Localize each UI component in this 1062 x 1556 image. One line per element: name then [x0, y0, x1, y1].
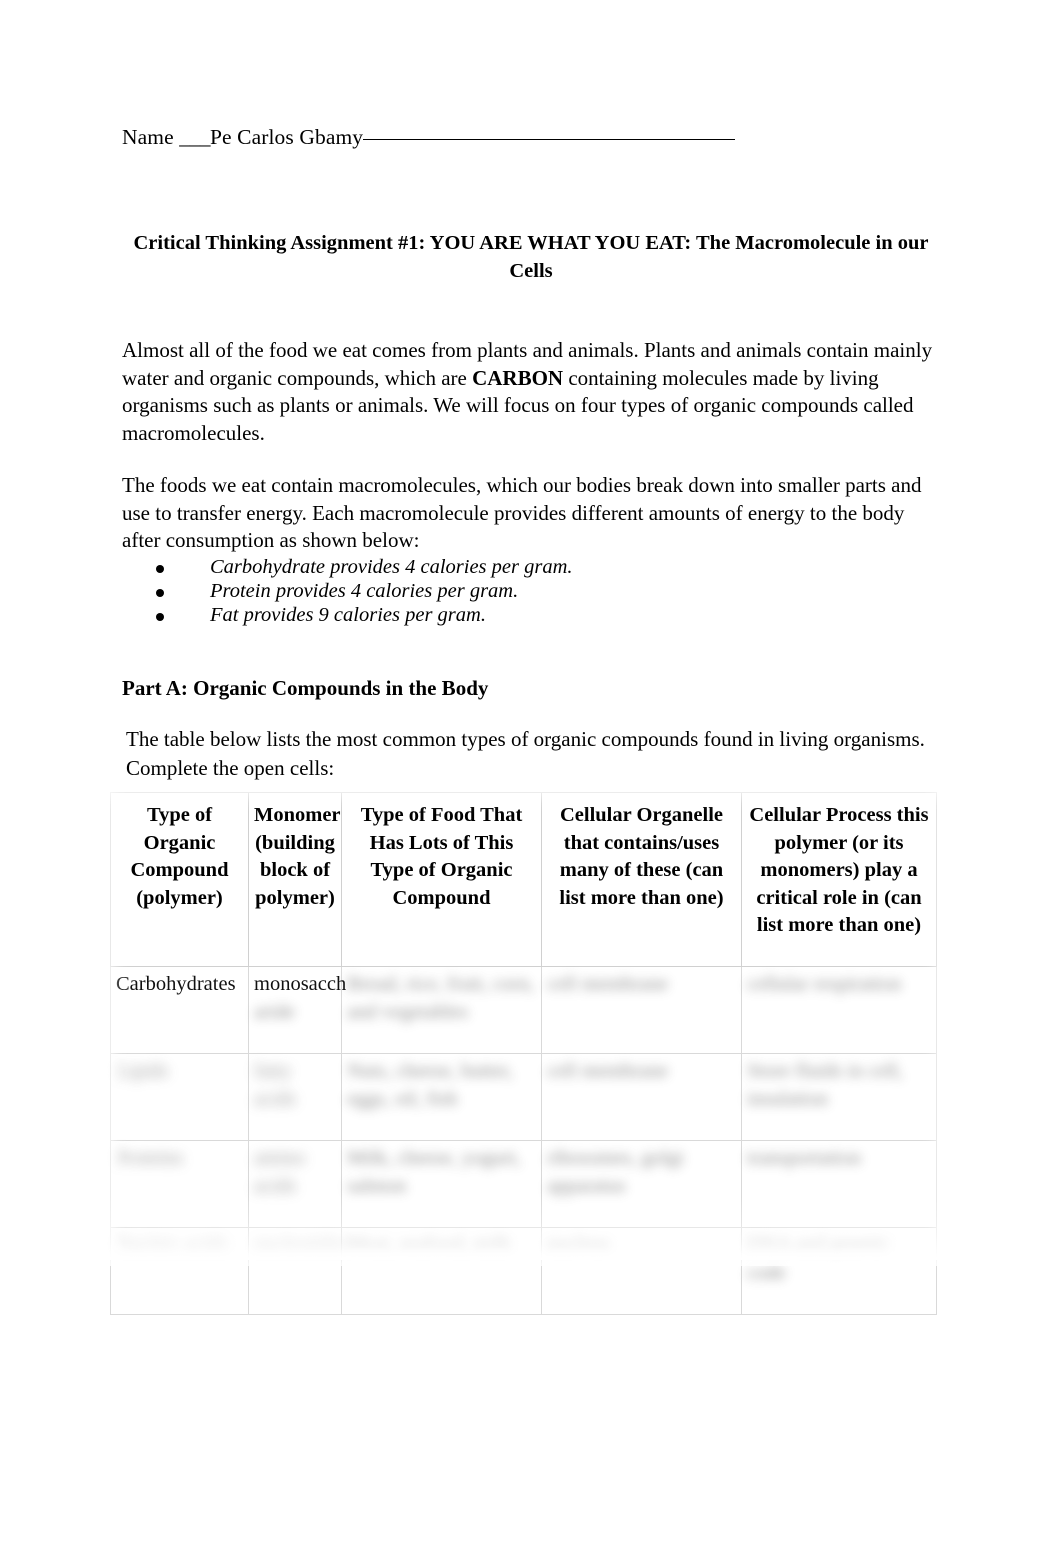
list-item-label: Fat provides 9 calories per gram.: [210, 604, 486, 626]
table-cell-text: Proteins: [116, 1147, 184, 1169]
energy-paragraph: The foods we eat contain macromolecules,…: [122, 473, 922, 552]
table-cell[interactable]: fatty acids: [248, 1053, 342, 1141]
carbon-emphasis: CARBON: [472, 365, 564, 390]
list-item-label: Carbohydrate provides 4 calories per gra…: [210, 556, 573, 578]
table-cell[interactable]: transportation: [741, 1140, 937, 1228]
table-cell-text: transportation: [747, 1147, 861, 1169]
name-label: Name: [122, 125, 180, 149]
table-cell-text: Store fluids in cell, insulation: [747, 1060, 904, 1110]
table-cell-text: Meat, seafood, milk: [347, 1234, 511, 1256]
table-cell-text: Nuts, cheese, butter, eggs, oil, fish: [347, 1060, 513, 1110]
organic-compounds-table: Type of Organic Compound (polymer) Monom…: [110, 792, 937, 1315]
table-cell-text: amino acids: [254, 1147, 306, 1197]
table-cell-text: cell membrane: [547, 973, 669, 995]
table-cell[interactable]: Lipids: [110, 1053, 249, 1141]
table-row: Nucleic acids nucleotides Meat, seafood, m…: [110, 1227, 937, 1315]
table-cell[interactable]: Carbohydrates: [110, 966, 249, 1054]
table-row: Proteins amino acids Milk, cheese, yogurt,…: [110, 1140, 937, 1228]
assignment-title: Critical Thinking Assignment #1: YOU ARE…: [133, 232, 929, 282]
table-cell-text: Bread, rice, fruit, corn, and vegetables: [347, 973, 535, 1023]
name-blank-prefix: ___: [179, 125, 210, 149]
column-header-monomer: Monomer (building block of polymer): [248, 792, 342, 967]
column-header-organelle: Cellular Organelle that contains/uses ma…: [541, 792, 742, 967]
table-cell-text: fatty acids: [254, 1060, 297, 1110]
table-cell-text-visible: monosacch: [254, 973, 347, 995]
table-cell[interactable]: amino acids: [248, 1140, 342, 1228]
table-cell[interactable]: nucleus: [541, 1227, 742, 1315]
list-item-label: Protein provides 4 calories per gram.: [210, 580, 519, 602]
table-cell[interactable]: cell membrane: [541, 966, 742, 1054]
table-cell-text: DNA and genetic code: [747, 1234, 890, 1284]
table-cell-text: cellular respiration: [747, 973, 902, 995]
part-a-instructions: The table below lists the most common ty…: [126, 727, 925, 780]
list-item: Protein provides 4 calories per gram.: [150, 580, 850, 604]
table-cell-text: Lipids: [116, 1060, 169, 1082]
bullet-dot-icon: [156, 588, 164, 597]
table-header-row: Type of Organic Compound (polymer) Monom…: [110, 792, 937, 967]
table-cell[interactable]: cellular respiration: [741, 966, 937, 1054]
table-cell[interactable]: ribosomes, golgi apparatus: [541, 1140, 742, 1228]
name-field-line: Name ___Pe Carlos Gbamy: [122, 123, 736, 151]
part-a-heading: Part A: Organic Compounds in the Body: [122, 676, 489, 700]
table-cell[interactable]: Bread, rice, fruit, corn, and vegetables: [341, 966, 542, 1054]
table-cell[interactable]: cell membrane: [541, 1053, 742, 1141]
bullet-dot-icon: [156, 564, 164, 573]
table-cell[interactable]: Nuts, cheese, butter, eggs, oil, fish: [341, 1053, 542, 1141]
table-cell-text: cell membrane: [547, 1060, 669, 1082]
column-header-polymer: Type of Organic Compound (polymer): [110, 792, 249, 967]
table-row: Lipids fatty acids Nuts, cheese, butter, e…: [110, 1053, 937, 1141]
table-cell[interactable]: Meat, seafood, milk: [341, 1227, 542, 1315]
table-cell-text-obscured: aride: [254, 1000, 295, 1023]
bullet-dot-icon: [156, 612, 164, 621]
table-cell[interactable]: Store fluids in cell, insulation: [741, 1053, 937, 1141]
table-cell[interactable]: Nucleic acids: [110, 1227, 249, 1315]
student-name-value: Pe Carlos Gbamy: [209, 125, 364, 149]
table-cell[interactable]: Proteins: [110, 1140, 249, 1228]
table-cell-text: nucleotides: [254, 1234, 348, 1256]
document-page: Name ___Pe Carlos Gbamy Critical Thinkin…: [0, 0, 1062, 1556]
name-underline-rule: [363, 139, 736, 140]
table-cell-text: ribosomes, golgi apparatus: [547, 1147, 684, 1197]
table-row: Carbohydrates monosacch aride Bread, rice, …: [110, 966, 937, 1054]
list-item: Carbohydrate provides 4 calories per gra…: [150, 556, 850, 580]
table-cell[interactable]: monosacch aride: [248, 966, 346, 1054]
table-cell-text: nucleus: [547, 1234, 610, 1256]
table-cell[interactable]: nucleotides: [248, 1227, 348, 1315]
table-cell-text: Carbohydrates: [116, 973, 236, 995]
table-cell-text: Milk, cheese, yogurt, salmon: [347, 1147, 521, 1197]
organic-compounds-table-wrapper: Type of Organic Compound (polymer) Monom…: [110, 792, 938, 1315]
list-item: Fat provides 9 calories per gram.: [150, 604, 850, 628]
table-cell[interactable]: DNA and genetic code: [741, 1227, 937, 1315]
table-body: Carbohydrates monosacch aride Bread, rice, …: [110, 966, 937, 1315]
table-cell[interactable]: Milk, cheese, yogurt, salmon: [341, 1140, 542, 1228]
column-header-food-type: Type of Food That Has Lots of This Type …: [341, 792, 542, 967]
column-header-process: Cellular Process this polymer (or its mo…: [741, 792, 937, 967]
intro-paragraph: Almost all of the food we eat comes from…: [122, 337, 940, 447]
table-cell-text: Nucleic acids: [116, 1234, 227, 1256]
calories-list: Carbohydrate provides 4 calories per gra…: [150, 556, 850, 628]
table-cell-text: monosacch aride: [254, 973, 346, 1023]
